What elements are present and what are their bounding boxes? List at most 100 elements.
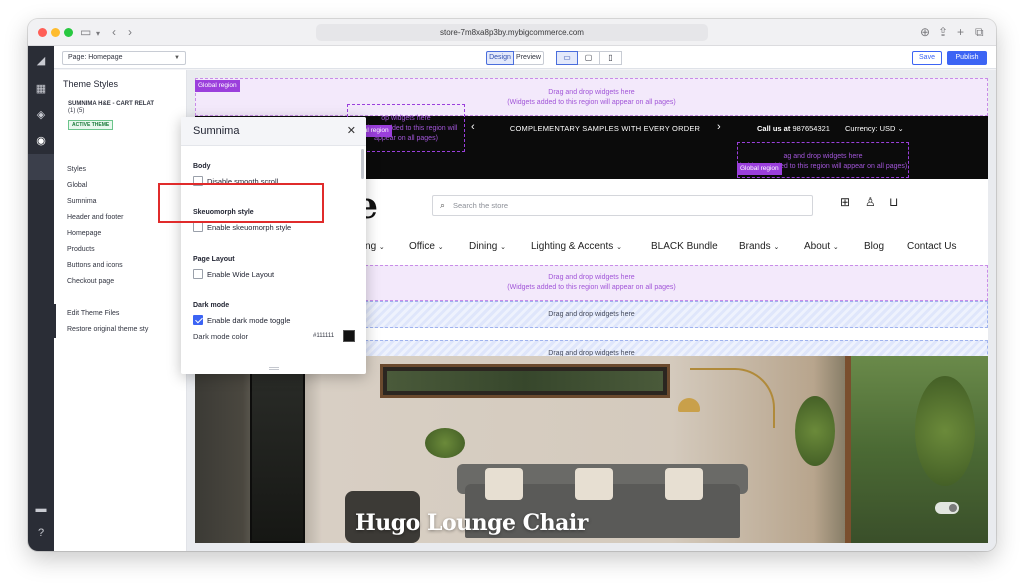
sidebar-item-checkout[interactable]: Checkout page <box>67 278 114 285</box>
cart-icon[interactable]: ⊔ <box>889 195 898 209</box>
search-placeholder: Search the store <box>453 201 509 210</box>
help-icon[interactable]: ? <box>28 526 54 540</box>
hero-image-plant <box>425 428 465 458</box>
nav-item-black-bundle[interactable]: BLACK Bundle <box>651 241 718 252</box>
promo-prev-icon[interactable]: ‹ <box>471 121 475 133</box>
account-icon[interactable]: ♙ <box>865 195 876 209</box>
dark-mode-color-value: #111111 <box>313 333 335 339</box>
panel-scrollbar[interactable] <box>361 149 364 179</box>
maximize-window-button[interactable] <box>64 28 73 37</box>
resize-grip-icon[interactable] <box>269 367 279 370</box>
theme-name: SUMNIMA H&E - CART RELAT <box>68 101 154 107</box>
chevron-down-icon: ⌄ <box>378 244 385 251</box>
tablet-view-icon[interactable]: ▢ <box>578 51 600 65</box>
sidebar-toggle-icon[interactable]: ▭ <box>80 25 91 39</box>
nav-label: Office <box>409 241 435 252</box>
dark-mode-color-swatch[interactable] <box>343 330 355 342</box>
chevron-down-icon: ⌄ <box>616 244 622 251</box>
storefront-icon[interactable]: ▬ <box>28 502 54 516</box>
chevron-down-icon: ▼ <box>174 55 180 61</box>
global-region-label: Global region <box>737 163 782 175</box>
tabs-overview-icon[interactable]: ⧉ <box>975 25 984 39</box>
close-window-button[interactable] <box>38 28 47 37</box>
section-title-body: Body <box>193 163 211 170</box>
dashboard-icon[interactable]: ▦ <box>28 82 54 96</box>
layers-icon[interactable]: ◈ <box>28 108 54 122</box>
nav-item-about[interactable]: About ⌄ <box>804 241 839 252</box>
checkbox-checked[interactable] <box>193 315 203 326</box>
page-select-value: Page: Homepage <box>68 54 123 61</box>
sidebar-item-homepage[interactable]: Homepage <box>67 230 101 237</box>
hero-image-plant <box>795 396 835 466</box>
address-bar[interactable]: store-7m8xa8p3by.mybigcommerce.com <box>316 24 708 41</box>
nav-item-blog[interactable]: Blog <box>864 241 884 252</box>
sidebar-item-products[interactable]: Products <box>67 246 95 253</box>
currency-label: Currency: USD <box>845 124 896 133</box>
forward-icon[interactable]: › <box>128 25 132 39</box>
minimize-window-button[interactable] <box>51 28 60 37</box>
sidebar-item-buttons-icons[interactable]: Buttons and icons <box>67 262 123 269</box>
palette-icon[interactable]: ◉ <box>28 134 54 148</box>
hero-image-window <box>380 364 670 398</box>
hero-image-door <box>250 366 305 543</box>
new-tab-icon[interactable]: + <box>957 25 964 39</box>
editor-toolbar: Page: Homepage ▼ Design Preview ▭ ▢ ▯ Sa… <box>54 46 996 69</box>
page-select[interactable]: Page: Homepage ▼ <box>62 51 186 65</box>
global-region-label: Global region <box>195 80 240 92</box>
theme-styles-sidebar: Theme Styles SUMNIMA H&E - CART RELAT (1… <box>54 70 187 551</box>
rail-active-indicator <box>28 154 54 180</box>
chevron-down-icon[interactable]: ▾ <box>96 27 100 41</box>
edit-theme-files-link[interactable]: Edit Theme Files <box>67 310 119 317</box>
restore-theme-link[interactable]: Restore original theme sty <box>67 326 148 333</box>
sidebar-title: Theme Styles <box>63 79 119 89</box>
promo-text: COMPLEMENTARY SAMPLES WITH EVERY ORDER <box>509 124 701 133</box>
checkbox[interactable] <box>193 269 203 280</box>
enable-wide-layout-option[interactable]: Enable Wide Layout <box>193 269 274 280</box>
save-button[interactable]: Save <box>912 51 942 65</box>
enable-skeuomorph-option[interactable]: Enable skeuomorph style <box>193 222 291 233</box>
gift-icon[interactable]: ⊞ <box>840 195 850 209</box>
share-icon[interactable]: ⇪ <box>938 25 948 39</box>
sidebar-section-divider <box>54 304 56 338</box>
app-rail: ◢ ▦ ◈ ◉ ▬ ? <box>28 46 54 551</box>
drop-hint: ag and drop widgets here <box>783 153 863 160</box>
close-icon[interactable]: ✕ <box>347 124 356 137</box>
dark-mode-toggle[interactable] <box>935 502 959 514</box>
bigcommerce-logo-icon[interactable]: ◢ <box>28 54 54 68</box>
global-drop-region-top[interactable]: Drag and drop widgets here (Widgets adde… <box>195 78 988 116</box>
desktop-view-icon[interactable]: ▭ <box>556 51 578 65</box>
sidebar-item-styles[interactable]: Styles <box>67 166 86 173</box>
design-mode-button[interactable]: Design <box>486 51 514 65</box>
nav-item-contact[interactable]: Contact Us <box>907 241 956 252</box>
search-icon: ⌕ <box>440 200 446 210</box>
preview-mode-button[interactable]: Preview <box>514 51 544 65</box>
nav-item-brands[interactable]: Brands ⌄ <box>739 241 779 252</box>
checkbox[interactable] <box>193 222 203 233</box>
nav-item-dining[interactable]: Dining ⌄ <box>469 241 506 252</box>
section-title-page-layout: Page Layout <box>193 256 235 263</box>
panel-header: Sumnima ✕ <box>181 117 366 146</box>
chevron-down-icon: ⌄ <box>437 244 444 251</box>
chevron-down-icon: ⌄ <box>897 124 904 133</box>
browser-titlebar: ▭ ▾ ‹ › store-7m8xa8p3by.mybigcommerce.c… <box>28 19 996 46</box>
back-icon[interactable]: ‹ <box>112 25 116 39</box>
sidebar-item-sumnima[interactable]: Sumnima <box>67 198 97 205</box>
skeuomorph-highlight-box <box>158 183 324 223</box>
download-icon[interactable]: ⊕ <box>920 25 930 39</box>
currency-selector[interactable]: Currency: USD ⌄ <box>845 124 904 133</box>
hero-banner[interactable]: Hugo Lounge Chair <box>195 356 988 543</box>
promo-next-icon[interactable]: › <box>717 121 721 133</box>
option-label: Enable dark mode toggle <box>207 316 291 325</box>
sidebar-item-header-footer[interactable]: Header and footer <box>67 214 123 221</box>
hero-image-cushion <box>665 468 703 500</box>
mobile-view-icon[interactable]: ▯ <box>600 51 622 65</box>
nav-label: Brands <box>739 241 771 252</box>
nav-item-office[interactable]: Office ⌄ <box>409 241 444 252</box>
search-input[interactable]: ⌕ Search the store <box>432 195 813 216</box>
sidebar-item-global[interactable]: Global <box>67 182 87 189</box>
enable-dark-mode-toggle-option[interactable]: Enable dark mode toggle <box>193 315 291 326</box>
panel-title: Sumnima <box>193 125 240 137</box>
nav-item-lighting[interactable]: Lighting & Accents ⌄ <box>531 241 622 252</box>
publish-button[interactable]: Publish <box>947 51 987 65</box>
chevron-down-icon: ⌄ <box>773 244 780 251</box>
